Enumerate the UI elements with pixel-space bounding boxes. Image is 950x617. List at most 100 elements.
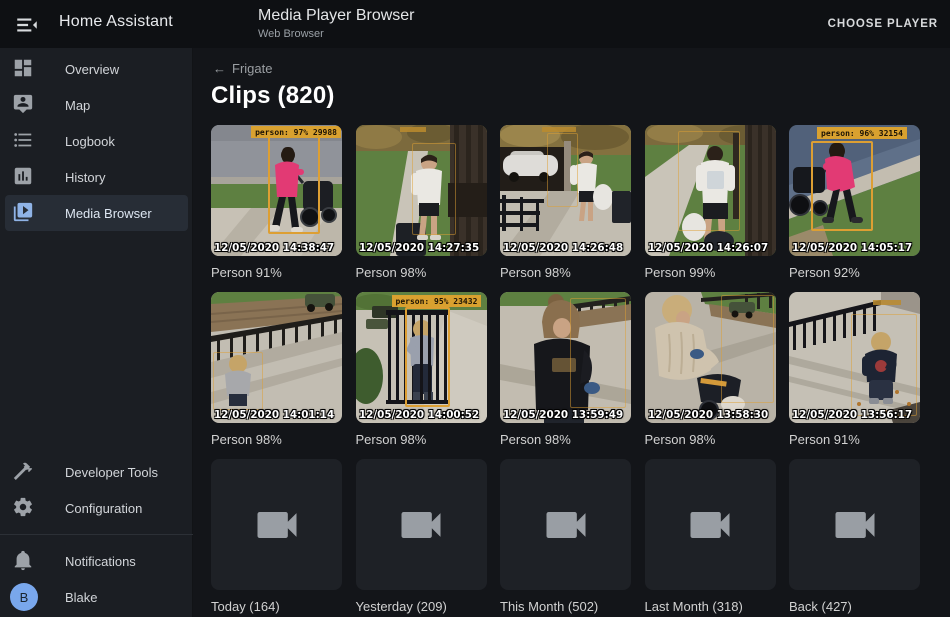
- clip-card[interactable]: 12/05/2020 14:26:48 Person 98%: [500, 125, 631, 292]
- clip-label: Person 98%: [645, 423, 776, 447]
- clip-card[interactable]: 12/05/2020 14:26:07 Person 99%: [645, 125, 776, 292]
- clip-card[interactable]: 12/05/2020 13:56:17 Person 91%: [789, 292, 920, 459]
- folder-card-last-month[interactable]: Last Month (318): [645, 459, 776, 617]
- folder-card-yesterday[interactable]: Yesterday (209): [356, 459, 487, 617]
- history-chart-icon: [12, 165, 36, 189]
- clip-thumbnail: person: 96% 32154 12/05/2020 14:05:17: [789, 125, 920, 256]
- sidebar-bottom: Developer Tools Configuration Notificati…: [0, 454, 193, 615]
- back-arrow-icon: ←: [213, 61, 226, 76]
- detection-bbox-label: person: 95% 23432: [392, 295, 482, 307]
- detection-bbox: [412, 143, 456, 235]
- page-title: Media Player Browser: [258, 7, 415, 25]
- sidebar-item-profile[interactable]: B Blake: [5, 579, 188, 615]
- sidebar-item-notifications[interactable]: Notifications: [5, 543, 188, 579]
- page-subtitle: Web Browser: [258, 28, 415, 40]
- clips-grid: person: 97% 29988 12/05/2020 14:38:47 Pe…: [211, 125, 920, 617]
- video-icon: [395, 499, 447, 551]
- clip-card[interactable]: person: 97% 29988 12/05/2020 14:38:47 Pe…: [211, 125, 342, 292]
- clip-thumbnail: person: 97% 29988 12/05/2020 14:38:47: [211, 125, 342, 256]
- clip-timestamp: 12/05/2020 14:26:07: [648, 241, 768, 254]
- sidebar-item-label: Notifications: [65, 554, 136, 569]
- sidebar-item-label: Media Browser: [65, 206, 152, 221]
- sidebar-nav: Overview Map Logbook History Media Brows…: [0, 48, 193, 231]
- gear-icon: [12, 496, 36, 520]
- sidebar-item-configuration[interactable]: Configuration: [5, 490, 188, 526]
- sidebar-toggle-button[interactable]: [14, 12, 40, 36]
- app-header: Home Assistant Media Player Browser Web …: [0, 0, 950, 48]
- sidebar-item-label: Map: [65, 98, 90, 113]
- folder-thumbnail: [789, 459, 920, 590]
- clip-timestamp: 12/05/2020 14:27:35: [359, 241, 479, 254]
- folder-thumbnail: [356, 459, 487, 590]
- sidebar-item-history[interactable]: History: [5, 159, 188, 195]
- sidebar-item-logbook[interactable]: Logbook: [5, 123, 188, 159]
- breadcrumb-label: Frigate: [232, 61, 272, 76]
- bell-icon: [12, 549, 36, 573]
- clip-label: Person 98%: [356, 423, 487, 447]
- avatar: B: [10, 583, 38, 611]
- detection-bbox: [547, 133, 578, 207]
- clip-timestamp: 12/05/2020 13:56:17: [792, 408, 912, 421]
- choose-player-button[interactable]: CHOOSE PLAYER: [828, 12, 938, 36]
- detection-bbox-label: person: 96% 32154: [817, 127, 907, 139]
- folder-label: Last Month (318): [645, 590, 776, 614]
- detection-bbox: [570, 298, 626, 408]
- breadcrumb-back[interactable]: ← Frigate: [213, 61, 272, 76]
- sidebar-item-developer-tools[interactable]: Developer Tools: [5, 454, 188, 490]
- folder-thumbnail: [211, 459, 342, 590]
- sidebar-item-label: Configuration: [65, 501, 142, 516]
- detection-bbox: [678, 131, 740, 231]
- clip-thumbnail: 12/05/2020 14:27:35: [356, 125, 487, 256]
- app-title: Home Assistant: [59, 13, 173, 31]
- folder-thumbnail: [645, 459, 776, 590]
- clip-label: Person 91%: [789, 423, 920, 447]
- folder-card-this-month[interactable]: This Month (502): [500, 459, 631, 617]
- video-icon: [540, 499, 592, 551]
- sidebar-item-overview[interactable]: Overview: [5, 51, 188, 87]
- sidebar-item-map[interactable]: Map: [5, 87, 188, 123]
- clip-card[interactable]: 12/05/2020 14:27:35 Person 98%: [356, 125, 487, 292]
- clip-card[interactable]: 12/05/2020 14:01:14 Person 98%: [211, 292, 342, 459]
- detection-bbox-label: person: 97% 29988: [251, 126, 341, 138]
- clip-timestamp: 12/05/2020 14:01:14: [214, 408, 334, 421]
- clip-card[interactable]: person: 95% 23432 12/05/2020 14:00:52 Pe…: [356, 292, 487, 459]
- folder-thumbnail: [500, 459, 631, 590]
- home-assistant-app: Home Assistant Media Player Browser Web …: [0, 0, 950, 617]
- clip-label: Person 91%: [211, 256, 342, 280]
- logbook-list-icon: [12, 129, 36, 153]
- folder-card-back[interactable]: Back (427): [789, 459, 920, 617]
- folder-label: Today (164): [211, 590, 342, 614]
- page-title-block: Media Player Browser Web Browser: [258, 7, 415, 40]
- folder-card-today[interactable]: Today (164): [211, 459, 342, 617]
- clip-card[interactable]: person: 96% 32154 12/05/2020 14:05:17 Pe…: [789, 125, 920, 292]
- detection-bbox: [213, 352, 263, 410]
- clip-label: Person 98%: [500, 256, 631, 280]
- sidebar-item-media-browser[interactable]: Media Browser: [5, 195, 188, 231]
- clips-heading: Clips (820): [211, 82, 335, 110]
- folder-label: This Month (502): [500, 590, 631, 614]
- folder-label: Back (427): [789, 590, 920, 614]
- clip-timestamp: 12/05/2020 13:59:49: [503, 408, 623, 421]
- video-icon: [251, 499, 303, 551]
- media-browser-panel: ← Frigate Clips (820): [193, 48, 950, 617]
- detection-bbox: [851, 314, 917, 416]
- sidebar-item-label: Overview: [65, 62, 119, 77]
- clip-label: Person 98%: [500, 423, 631, 447]
- clip-card[interactable]: 12/05/2020 13:59:49 Person 98%: [500, 292, 631, 459]
- media-browser-icon: [12, 201, 36, 225]
- clip-label: Person 99%: [645, 256, 776, 280]
- sidebar: Overview Map Logbook History Media Brows…: [0, 48, 193, 617]
- clip-thumbnail: person: 95% 23432 12/05/2020 14:00:52: [356, 292, 487, 423]
- clip-thumbnail: 12/05/2020 13:58:30: [645, 292, 776, 423]
- clip-label: Person 98%: [211, 423, 342, 447]
- clip-thumbnail: 12/05/2020 14:26:07: [645, 125, 776, 256]
- clip-card[interactable]: 12/05/2020 13:58:30 Person 98%: [645, 292, 776, 459]
- clip-timestamp: 12/05/2020 14:26:48: [503, 241, 623, 254]
- clip-thumbnail: 12/05/2020 14:26:48: [500, 125, 631, 256]
- clip-thumbnail: 12/05/2020 13:59:49: [500, 292, 631, 423]
- clip-timestamp: 12/05/2020 14:05:17: [792, 241, 912, 254]
- map-account-icon: [12, 93, 36, 117]
- detection-bbox: [405, 307, 450, 407]
- hammer-icon: [12, 460, 36, 484]
- user-name: Blake: [65, 590, 98, 605]
